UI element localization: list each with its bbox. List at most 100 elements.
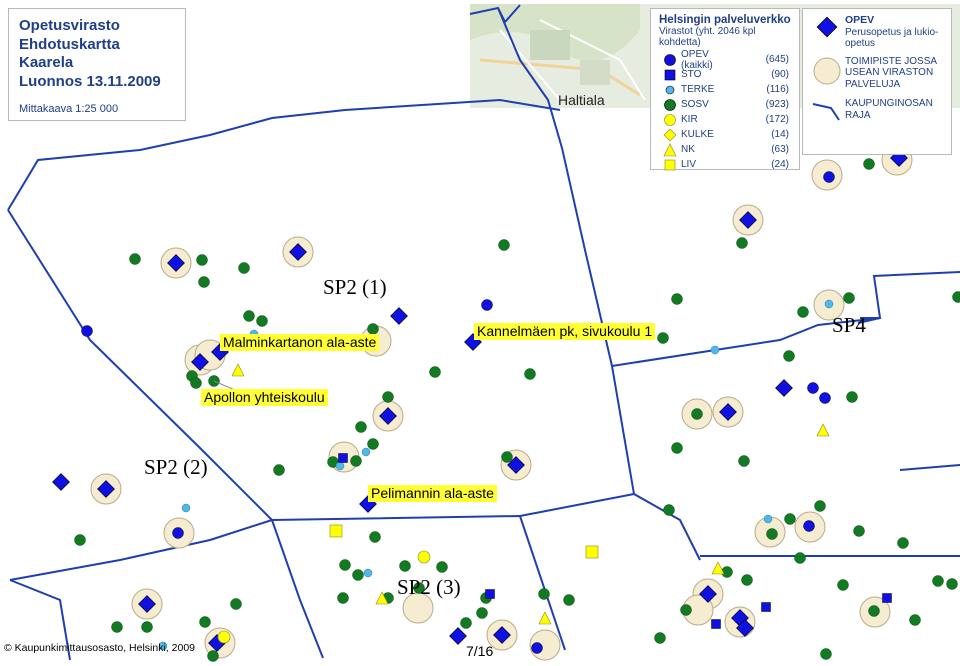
sosv-marker[interactable] [671,293,683,305]
opev-marker[interactable] [531,642,543,654]
opev-marker[interactable] [81,325,93,337]
sosv-marker[interactable] [399,560,411,572]
nk-marker[interactable] [231,363,245,377]
sosv-marker[interactable] [436,561,448,573]
sosv-marker[interactable] [863,158,875,170]
sosv-marker[interactable] [820,648,832,660]
sosv-marker[interactable] [350,455,362,467]
sosv-marker[interactable] [691,408,703,420]
legend-item: KULKE (14) [659,127,791,142]
terke-marker[interactable] [710,345,720,355]
sto-marker[interactable] [761,602,771,612]
sosv-marker[interactable] [783,350,795,362]
sosv-marker[interactable] [339,559,351,571]
opev-marker[interactable] [807,382,819,394]
legend-box: Helsingin palveluverkko Virastot (yht. 2… [650,8,800,170]
sosv-marker[interactable] [243,310,255,322]
sosv-marker[interactable] [837,579,849,591]
district-label-sp2-2: SP2 (2) [144,455,208,479]
terke-marker[interactable] [824,299,834,309]
sosv-marker[interactable] [946,578,958,590]
sosv-marker[interactable] [524,368,536,380]
sosv-marker[interactable] [476,607,488,619]
sosv-marker[interactable] [501,451,513,463]
sosv-marker[interactable] [355,421,367,433]
sosv-marker[interactable] [190,377,202,389]
terke-marker[interactable] [335,461,345,471]
sosv-marker[interactable] [680,604,692,616]
kir-marker[interactable] [217,630,231,644]
terke-marker[interactable] [763,514,773,524]
liv-marker[interactable] [329,524,343,538]
terke-marker[interactable] [181,503,191,513]
legend-item-count: (172) [765,114,789,125]
sosv-marker[interactable] [784,513,796,525]
sosv-marker[interactable] [868,605,880,617]
legend-item-label: TERKE [681,84,715,95]
sosv-marker[interactable] [460,617,472,629]
sosv-marker[interactable] [741,574,753,586]
opev-marker[interactable] [823,171,835,183]
sosv-marker[interactable] [129,253,141,265]
opev-diamond-marker[interactable] [775,379,793,397]
sosv-marker[interactable] [256,315,268,327]
sosv-marker[interactable] [671,442,683,454]
scale-text: Mittakaava 1:25 000 [19,103,119,115]
opev-marker[interactable] [481,299,493,311]
sosv-marker[interactable] [369,531,381,543]
sosv-marker[interactable] [367,438,379,450]
nk-marker[interactable] [711,561,725,575]
sto-marker[interactable] [882,593,892,603]
sosv-marker[interactable] [273,464,285,476]
sto-marker[interactable] [485,589,495,599]
opev-marker[interactable] [172,527,184,539]
sosv-marker[interactable] [843,292,855,304]
opev-marker[interactable] [819,392,831,404]
sosv-marker[interactable] [429,366,441,378]
sosv-marker[interactable] [367,323,379,335]
sto-marker[interactable] [338,453,348,463]
sosv-marker[interactable] [382,391,394,403]
sosv-marker[interactable] [563,594,575,606]
sosv-marker[interactable] [198,276,210,288]
sosv-marker[interactable] [352,569,364,581]
sosv-marker[interactable] [337,592,349,604]
legend-item: NK (63) [659,142,791,157]
sosv-marker[interactable] [794,552,806,564]
kir-marker[interactable] [417,550,431,564]
terke-marker[interactable] [363,568,373,578]
opev-marker[interactable] [803,520,815,532]
sosv-marker[interactable] [952,291,960,303]
sosv-marker[interactable] [141,621,153,633]
sosv-marker[interactable] [657,332,669,344]
sosv-marker[interactable] [538,588,550,600]
sosv-marker[interactable] [111,621,123,633]
sosv-marker[interactable] [814,500,826,512]
terke-marker[interactable] [361,447,371,457]
nk-marker[interactable] [816,423,830,437]
sosv-marker[interactable] [853,525,865,537]
sosv-marker[interactable] [74,534,86,546]
sosv-marker[interactable] [498,239,510,251]
nk-marker[interactable] [538,611,552,625]
sosv-marker[interactable] [766,528,778,540]
liv-marker[interactable] [585,545,599,559]
sosv-marker[interactable] [199,616,211,628]
sosv-marker[interactable] [663,504,675,516]
sosv-marker[interactable] [196,254,208,266]
opev-diamond-marker[interactable] [449,627,467,645]
sto-marker[interactable] [711,619,721,629]
sosv-marker[interactable] [797,306,809,318]
opev-diamond-marker[interactable] [52,473,70,491]
sosv-marker[interactable] [207,650,219,662]
sosv-marker[interactable] [230,598,242,610]
opev-diamond-marker[interactable] [390,307,408,325]
sosv-marker[interactable] [654,632,666,644]
sosv-marker[interactable] [897,537,909,549]
sosv-marker[interactable] [736,237,748,249]
sosv-marker[interactable] [738,455,750,467]
sosv-marker[interactable] [932,575,944,587]
sosv-marker[interactable] [846,391,858,403]
sosv-marker[interactable] [909,614,921,626]
sosv-marker[interactable] [238,262,250,274]
